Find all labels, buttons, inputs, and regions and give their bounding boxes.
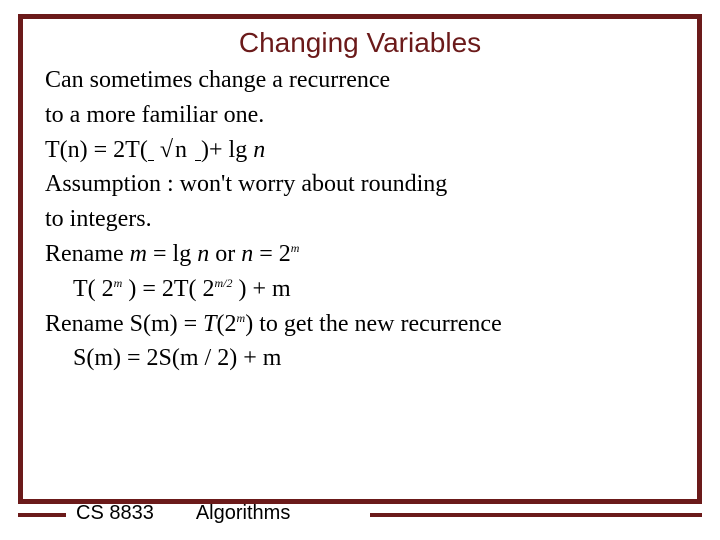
- t2m-e: ) + m: [233, 276, 291, 302]
- eq-tn-prefix: T(n) = 2T: [45, 137, 140, 163]
- rs-e: ) to get the new recurrence: [245, 311, 502, 337]
- slide-title: Changing Variables: [23, 19, 697, 63]
- body-line-2: to a more familiar one.: [45, 98, 675, 133]
- rename-a: Rename: [45, 241, 130, 267]
- rename-b: m: [130, 241, 147, 267]
- eq-tn-post: + lg: [209, 137, 253, 163]
- eq-t-2m: T( 2m ) = 2T( 2m/2 ) + m: [45, 272, 675, 307]
- footer-subject: Algorithms: [196, 502, 290, 524]
- rs-c: (2: [217, 311, 237, 337]
- body-line-1: Can sometimes change a recurrence: [45, 63, 675, 98]
- eq-recurrence: T(n) = 2T(n )+ lg n: [45, 133, 675, 168]
- body-line-4: Assumption : won't worry about rounding: [45, 167, 675, 202]
- footer-course: CS 8833: [76, 502, 154, 524]
- slide-frame: Changing Variables Can sometimes change …: [18, 14, 702, 504]
- rs-d: m: [237, 311, 246, 325]
- body-line-5: to integers.: [45, 202, 675, 237]
- eq-rename-s: Rename S(m) = T(2m) to get the new recur…: [45, 307, 675, 342]
- t2m-d: m/2: [215, 276, 233, 290]
- eq-tn-n: n: [253, 137, 265, 163]
- rename-exp: m: [291, 241, 300, 255]
- rename-e: or: [209, 241, 241, 267]
- rs-a: Rename S(m) =: [45, 311, 203, 337]
- sqrt-icon: n: [156, 133, 187, 168]
- sqrt-arg: n: [175, 137, 187, 163]
- t2m-a: T( 2: [73, 276, 114, 302]
- rename-d: n: [197, 241, 209, 267]
- footer-rule-left: [18, 513, 66, 517]
- eq-rename-m: Rename m = lg n or n = 2m: [45, 237, 675, 272]
- rename-c: = lg: [147, 241, 197, 267]
- rename-f: n: [241, 241, 253, 267]
- slide-footer: CS 8833 Algorithms: [0, 504, 720, 528]
- footer-rule-right: [370, 513, 702, 517]
- rs-b: T: [203, 311, 216, 337]
- eq-sm: S(m) = 2S(m / 2) + m: [45, 341, 675, 376]
- slide-content: Can sometimes change a recurrence to a m…: [23, 63, 697, 376]
- t2m-c: ) = 2T( 2: [122, 276, 214, 302]
- rename-g: = 2: [253, 241, 291, 267]
- footer-text: CS 8833 Algorithms: [76, 502, 290, 525]
